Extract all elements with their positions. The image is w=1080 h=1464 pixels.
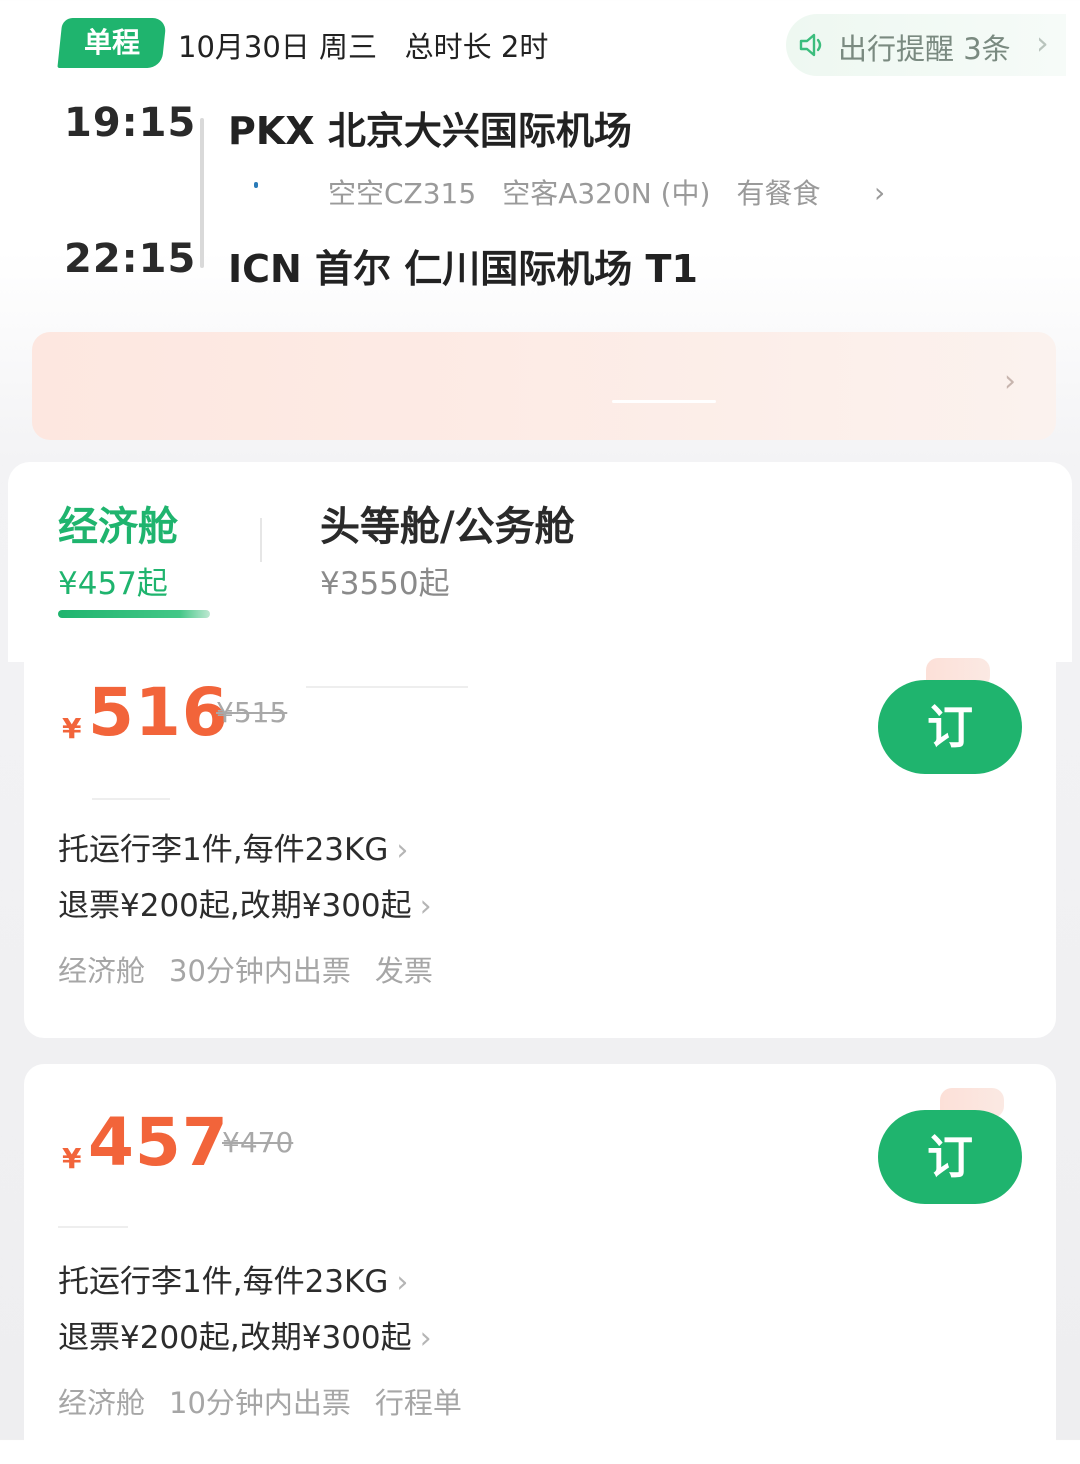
fare-tag: 10分钟内出票 <box>169 1386 351 1420</box>
refund-rule-label: 退票¥200起,改期¥300起 <box>58 888 412 924</box>
promo-divider <box>612 400 716 403</box>
tab-business-label: 头等舱/公务舱 <box>320 504 575 550</box>
departure-time: 19:15 <box>64 100 197 146</box>
speaker-icon <box>799 33 822 57</box>
fare-tag: 30分钟内出票 <box>169 954 351 988</box>
fare-divider <box>306 686 468 688</box>
tab-economy[interactable]: 经济舱 ¥457起 <box>58 494 178 603</box>
flight-details[interactable]: 空空CZ315 空客A320N (中) 有餐食 <box>328 172 821 212</box>
fare-tag: 经济舱 <box>58 1386 146 1420</box>
fare-price: 516 <box>88 674 229 751</box>
arrival-time: 22:15 <box>64 236 197 282</box>
trip-header: 单程 10月30日 周三 总时长 2时 出行提醒 3条 › <box>0 0 1080 90</box>
baggage-rule[interactable]: 托运行李1件,每件23KG › <box>58 824 408 869</box>
active-tab-indicator <box>58 610 210 618</box>
book-button[interactable]: 订 <box>878 680 1022 774</box>
fare-tag: 经济舱 <box>58 954 146 988</box>
timeline-bar <box>200 118 204 268</box>
arrival-airport: ICN 首尔 仁川国际机场 T1 <box>228 247 698 291</box>
trip-date-duration: 10月30日 周三 总时长 2时 <box>178 30 549 64</box>
chevron-right-icon: › <box>1036 24 1049 62</box>
chevron-right-icon: › <box>419 1321 432 1356</box>
chevron-right-icon: › <box>419 889 432 924</box>
currency-symbol: ¥ <box>62 712 82 745</box>
baggage-rule[interactable]: 托运行李1件,每件23KG › <box>58 1256 408 1301</box>
currency-symbol: ¥ <box>62 1142 82 1175</box>
tab-business-price: ¥3550起 <box>320 566 450 602</box>
chevron-right-icon: › <box>396 1265 409 1300</box>
tab-economy-price: ¥457起 <box>58 566 168 602</box>
trip-type-badge: 单程 <box>57 18 167 68</box>
meal-info: 有餐食 <box>736 177 821 210</box>
trip-type-label: 单程 <box>83 26 140 59</box>
fare-price: 457 <box>88 1104 229 1181</box>
tab-economy-label: 经济舱 <box>58 504 178 550</box>
chevron-right-icon: › <box>396 833 409 868</box>
refund-rule[interactable]: 退票¥200起,改期¥300起 › <box>58 1312 432 1357</box>
travel-reminder-button[interactable]: 出行提醒 3条 › <box>786 14 1066 76</box>
fare-tags: 经济舱 30分钟内出票 发票 <box>58 948 457 990</box>
fare-divider <box>58 1226 128 1228</box>
fare-tags: 经济舱 10分钟内出票 行程单 <box>58 1380 486 1422</box>
refund-rule-label: 退票¥200起,改期¥300起 <box>58 1320 412 1356</box>
tab-divider <box>260 518 262 562</box>
reminder-label: 出行提醒 3条 <box>838 32 1011 66</box>
fare-tag: 发票 <box>374 954 433 988</box>
fare-divider <box>92 798 170 800</box>
chevron-right-icon: › <box>1004 364 1016 399</box>
airline-logo-icon <box>254 182 258 188</box>
fare-tag: 行程单 <box>374 1386 462 1420</box>
tab-business-first[interactable]: 头等舱/公务舱 ¥3550起 <box>320 494 575 603</box>
flight-number: 空空CZ315 <box>328 177 477 210</box>
baggage-rule-label: 托运行李1件,每件23KG <box>58 832 389 868</box>
chevron-right-icon[interactable]: › <box>874 176 885 209</box>
promo-banner[interactable]: › <box>32 332 1056 440</box>
refund-rule[interactable]: 退票¥200起,改期¥300起 › <box>58 880 432 925</box>
original-price: ¥470 <box>222 1126 294 1159</box>
original-price: ¥515 <box>216 696 288 729</box>
aircraft-type: 空客A320N (中) <box>502 177 711 210</box>
book-button[interactable]: 订 <box>878 1110 1022 1204</box>
departure-airport: PKX 北京大兴国际机场 <box>228 109 632 153</box>
baggage-rule-label: 托运行李1件,每件23KG <box>58 1264 389 1300</box>
